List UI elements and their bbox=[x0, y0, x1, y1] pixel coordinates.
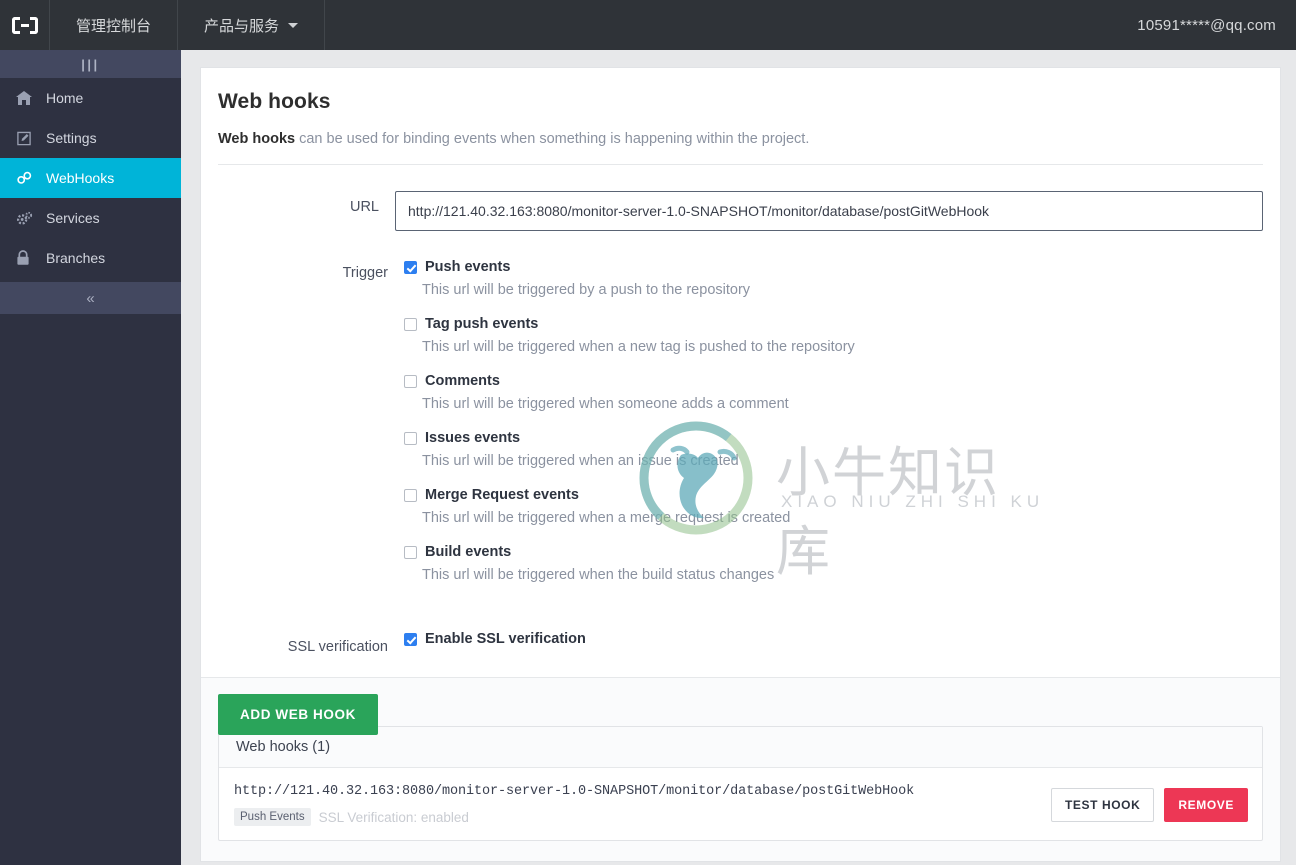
url-label: URL bbox=[349, 199, 379, 215]
trigger-description: This url will be triggered when a new ta… bbox=[422, 339, 855, 355]
trigger-name: Comments bbox=[425, 373, 500, 389]
trigger-name: Issues events bbox=[425, 430, 521, 446]
trigger-description: This url will be triggered when an issue… bbox=[422, 453, 739, 469]
ssl-status-text: SSL Verification: enabled bbox=[318, 809, 469, 825]
hook-meta: Push Events SSL Verification: enabled bbox=[234, 808, 1051, 826]
merge-request-events-checkbox[interactable] bbox=[404, 488, 417, 502]
trigger-push-events: Push events This url will be triggered b… bbox=[404, 259, 1263, 298]
trigger-description: This url will be triggered when a merge … bbox=[422, 510, 791, 526]
add-web-hook-button[interactable]: ADD WEB HOOK bbox=[218, 694, 378, 735]
sidebar: ||| Home Settings WebHooks Services Bran… bbox=[0, 50, 181, 865]
test-hook-button[interactable]: TEST HOOK bbox=[1050, 788, 1155, 822]
trigger-build-events: Build events This url will be triggered … bbox=[404, 544, 1263, 583]
hook-info: http://121.40.32.163:8080/monitor-server… bbox=[234, 784, 1051, 826]
page-subtitle-strong: Web hooks bbox=[218, 131, 296, 147]
edit-square-icon bbox=[16, 131, 46, 146]
sidebar-item-label: Home bbox=[46, 90, 84, 106]
status-badge: Push Events bbox=[234, 808, 311, 826]
sidebar-collapse-button[interactable]: « bbox=[0, 282, 181, 314]
lock-icon bbox=[16, 250, 46, 266]
trigger-issues-events: Issues events This url will be triggered… bbox=[404, 430, 1263, 469]
webhook-url-input[interactable] bbox=[395, 191, 1263, 231]
ssl-row: SSL verification Enable SSL verification bbox=[218, 631, 1263, 655]
link-brackets-logo-icon bbox=[11, 16, 38, 34]
app-logo[interactable] bbox=[0, 0, 50, 50]
page-subtitle: Web hooks can be used for binding events… bbox=[218, 131, 1263, 147]
home-icon bbox=[16, 90, 46, 106]
tag-push-events-checkbox[interactable] bbox=[404, 317, 417, 331]
sidebar-item-services[interactable]: Services bbox=[0, 198, 181, 238]
trigger-description: This url will be triggered when someone … bbox=[422, 396, 789, 412]
main-content: Web hooks Web hooks can be used for bind… bbox=[181, 50, 1296, 865]
trigger-name: Push events bbox=[425, 259, 511, 275]
sidebar-item-branches[interactable]: Branches bbox=[0, 238, 181, 278]
header-divider bbox=[218, 164, 1263, 165]
top-bar: 管理控制台 产品与服务 10591*****@qq.com bbox=[0, 0, 1296, 50]
ssl-checkbox-label: Enable SSL verification bbox=[425, 631, 586, 647]
page-subtitle-rest: can be used for binding events when some… bbox=[295, 131, 810, 147]
link-chain-icon bbox=[16, 171, 46, 186]
trigger-description: This url will be triggered by a push to … bbox=[422, 282, 751, 298]
sidebar-header-handle[interactable]: ||| bbox=[0, 50, 181, 78]
enable-ssl-verification-checkbox[interactable] bbox=[404, 632, 417, 646]
ssl-label: SSL verification bbox=[287, 639, 388, 655]
webhooks-card: Web hooks Web hooks can be used for bind… bbox=[200, 67, 1281, 862]
trigger-name: Tag push events bbox=[425, 316, 539, 332]
hooks-list-panel: Web hooks (1) http://121.40.32.163:8080/… bbox=[218, 726, 1263, 841]
user-email[interactable]: 10591*****@qq.com bbox=[1137, 17, 1296, 34]
url-row: URL bbox=[218, 191, 1263, 231]
trigger-description: This url will be triggered when the buil… bbox=[422, 567, 775, 583]
sidebar-item-label: Branches bbox=[46, 250, 106, 266]
trigger-name: Merge Request events bbox=[425, 487, 579, 503]
table-row: http://121.40.32.163:8080/monitor-server… bbox=[219, 768, 1262, 840]
nav-products-services[interactable]: 产品与服务 bbox=[178, 0, 326, 50]
page-title: Web hooks bbox=[218, 90, 331, 113]
sidebar-item-label: Services bbox=[46, 210, 100, 226]
sidebar-item-settings[interactable]: Settings bbox=[0, 118, 181, 158]
card-footer: ADD WEB HOOK Web hooks (1) http://121.40… bbox=[201, 677, 1280, 861]
hook-url: http://121.40.32.163:8080/monitor-server… bbox=[234, 784, 915, 799]
nav-admin-console[interactable]: 管理控制台 bbox=[50, 0, 179, 50]
sidebar-item-home[interactable]: Home bbox=[0, 78, 181, 118]
hook-actions: TEST HOOK REMOVE bbox=[1050, 788, 1248, 822]
trigger-row: Trigger Push events This url will be tri… bbox=[218, 257, 1263, 601]
gears-icon bbox=[16, 211, 46, 226]
remove-hook-button[interactable]: REMOVE bbox=[1164, 788, 1248, 822]
push-events-checkbox[interactable] bbox=[404, 260, 417, 274]
trigger-tag-push-events: Tag push events This url will be trigger… bbox=[404, 316, 1263, 355]
sidebar-item-label: WebHooks bbox=[46, 170, 115, 186]
trigger-label: Trigger bbox=[342, 265, 388, 281]
build-events-checkbox[interactable] bbox=[404, 545, 417, 559]
sidebar-item-webhooks[interactable]: WebHooks bbox=[0, 158, 181, 198]
trigger-name: Build events bbox=[425, 544, 512, 560]
sidebar-item-label: Settings bbox=[46, 130, 97, 146]
trigger-merge-request-events: Merge Request events This url will be tr… bbox=[404, 487, 1263, 526]
comments-checkbox[interactable] bbox=[404, 374, 417, 388]
trigger-comments: Comments This url will be triggered when… bbox=[404, 373, 1263, 412]
issues-events-checkbox[interactable] bbox=[404, 431, 417, 445]
